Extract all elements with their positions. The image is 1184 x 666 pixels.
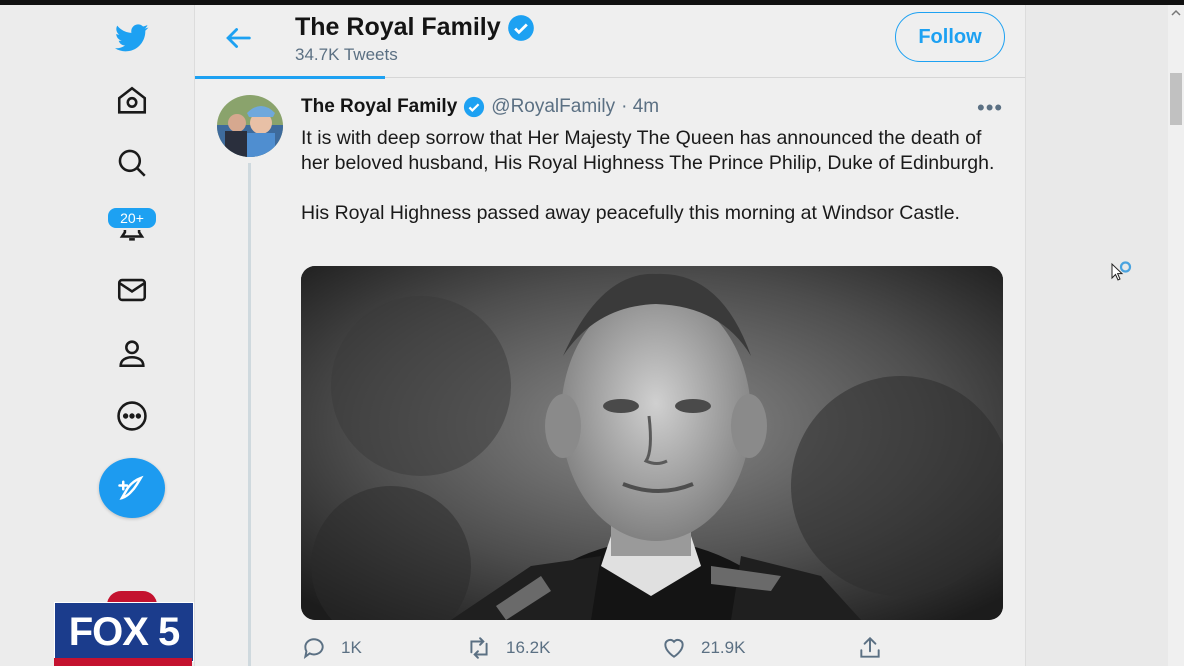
- thread-line: [248, 163, 251, 666]
- tweet-paragraph: It is with deep sorrow that Her Majesty …: [301, 127, 995, 174]
- tweet-photo[interactable]: [301, 266, 1003, 620]
- avatar[interactable]: [217, 95, 283, 157]
- compose-icon: [118, 475, 144, 500]
- tweet-text: It is with deep sorrow that Her Majesty …: [301, 126, 1011, 251]
- profile-button[interactable]: [106, 327, 158, 379]
- verified-badge-icon: [507, 14, 534, 41]
- main-column: The Royal Family 34.7K Tweets Follow The…: [194, 5, 1026, 666]
- tweet-paragraph: His Royal Highness passed away peacefull…: [301, 202, 960, 224]
- home-icon: [117, 86, 147, 114]
- retweet-icon: [470, 637, 488, 659]
- fox5-logo: FOX 5: [54, 602, 194, 662]
- retweet-count: 16.2K: [506, 638, 551, 657]
- scrollbar-thumb[interactable]: [1170, 73, 1182, 125]
- retweet-button[interactable]: 16.2K: [466, 635, 550, 661]
- busy-cursor-icon: [1111, 261, 1132, 281]
- tweet-handle[interactable]: @RoyalFamily: [491, 96, 615, 118]
- notifications-badge: 20+: [106, 206, 158, 230]
- profile-title: The Royal Family: [295, 13, 501, 41]
- tweet-more-button[interactable]: •••: [977, 95, 1003, 121]
- profile-header: The Royal Family 34.7K Tweets Follow: [195, 5, 1025, 78]
- back-arrow-icon[interactable]: [221, 21, 255, 55]
- like-button[interactable]: 21.9K: [661, 635, 745, 661]
- tab-underline: [195, 76, 385, 79]
- explore-button[interactable]: [106, 137, 158, 189]
- like-count: 21.9K: [701, 638, 746, 657]
- reply-button[interactable]: 1K: [301, 635, 362, 661]
- heart-icon: [664, 638, 684, 658]
- tweet-actions: 1K 16.2K 21.9K: [301, 635, 1001, 665]
- tweet-time[interactable]: · 4m: [621, 96, 659, 118]
- left-navigation: [0, 5, 194, 666]
- tweet-header: The Royal Family @RoyalFamily · 4m: [301, 96, 659, 118]
- reply-count: 1K: [341, 638, 362, 657]
- tweet-author-name[interactable]: The Royal Family: [301, 96, 457, 118]
- share-button[interactable]: [857, 635, 883, 661]
- fox5-logo-stripe: [54, 658, 192, 666]
- share-icon: [860, 636, 880, 658]
- reply-icon: [303, 638, 324, 659]
- mail-icon: [117, 278, 147, 302]
- profile-title-row: The Royal Family: [295, 13, 535, 42]
- scroll-up-arrow-icon[interactable]: [1168, 5, 1184, 21]
- fox5-logo-text: FOX 5: [68, 609, 181, 654]
- twitter-logo-button[interactable]: [106, 12, 158, 64]
- profile-icon: [119, 340, 145, 368]
- search-icon: [118, 149, 146, 177]
- more-icon: [117, 401, 147, 431]
- messages-button[interactable]: [106, 264, 158, 316]
- compose-tweet-button[interactable]: [99, 458, 165, 518]
- more-menu-button[interactable]: [106, 390, 158, 442]
- tweet-count: 34.7K Tweets: [295, 45, 398, 64]
- twitter-bird-icon: [115, 24, 149, 52]
- home-button[interactable]: [106, 75, 158, 127]
- verified-badge-icon: [464, 96, 485, 118]
- follow-button[interactable]: Follow: [895, 12, 1005, 62]
